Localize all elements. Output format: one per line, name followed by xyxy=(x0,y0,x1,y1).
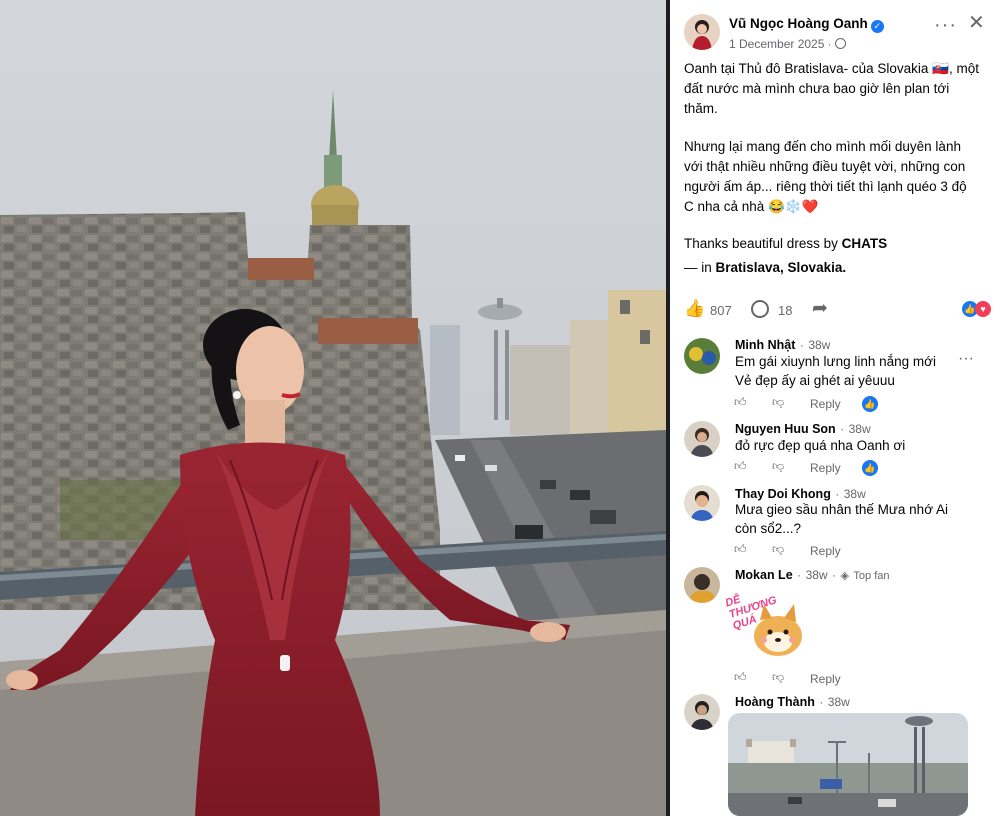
reply-button[interactable]: Reply xyxy=(810,461,841,475)
comment-line: Mưa gieo sầu nhân thế Mưa nhớ Ai xyxy=(735,502,949,517)
post-line: thăm. xyxy=(684,101,718,116)
love-reaction-icon: ♥ xyxy=(975,301,991,317)
reply-button[interactable]: Reply xyxy=(810,544,841,558)
comment-photo[interactable] xyxy=(728,713,968,816)
verified-badge-icon: ✓ xyxy=(870,20,884,33)
comment-text: Em gái xiuynh lưng linh nắng mới Vẻ đẹp … xyxy=(735,352,936,390)
thumbs-up-icon[interactable]: 👍︎ xyxy=(734,542,747,557)
post-body: Oanh tại Thủ đô Bratislava- của Slovakia… xyxy=(684,59,992,278)
author-avatar-image xyxy=(684,14,720,50)
commenter-avatar[interactable] xyxy=(684,694,720,730)
post-line: Nhưng lại mang đến cho mình mối duyên là… xyxy=(684,139,961,154)
post-meta: 1 December 2025 · xyxy=(729,37,846,51)
share-icon[interactable]: ➦ xyxy=(812,297,828,320)
like-badge-icon: 👍 xyxy=(862,396,878,412)
comment-count[interactable]: 18 xyxy=(778,303,792,318)
comment-icon[interactable] xyxy=(751,300,769,318)
comment-header: Mokan Le · 38w · ◈ Top fan xyxy=(735,566,890,584)
commenter-name[interactable]: Thay Doi Khong xyxy=(735,487,831,501)
post-line: với thật nhiều những điều tuyệt vời, nhữ… xyxy=(684,159,966,174)
comment-text: Mưa gieo sầu nhân thế Mưa nhớ Ai còn sổ2… xyxy=(735,500,948,538)
thumbs-down-icon[interactable]: 👎︎ xyxy=(772,542,784,557)
thumbs-down-icon[interactable]: 👎︎ xyxy=(772,670,784,685)
thumbs-down-icon[interactable]: 👎︎ xyxy=(772,459,784,474)
close-icon[interactable]: ✕ xyxy=(968,13,985,33)
thumbs-up-icon[interactable]: 👍︎ xyxy=(734,459,747,474)
post-thanks: Thanks beautiful dress by CHATS xyxy=(684,234,992,254)
separator-dot: · xyxy=(799,338,804,352)
commenter-avatar[interactable] xyxy=(684,485,720,521)
commenter-avatar[interactable] xyxy=(684,567,720,603)
comment-line: đỏ rực đẹp quá nha Oanh ơi xyxy=(735,438,906,453)
commenter-name[interactable]: Nguyen Huu Son xyxy=(735,422,836,436)
thumbs-down-icon[interactable]: 👎︎ xyxy=(772,395,784,410)
reaction-count[interactable]: 807 xyxy=(710,303,732,318)
separator-dot: · xyxy=(832,568,837,582)
reply-button[interactable]: Reply xyxy=(810,672,841,686)
comment-line: Em gái xiuynh lưng linh nắng mới xyxy=(735,354,936,369)
separator-dot: · xyxy=(840,422,845,436)
post-photo[interactable] xyxy=(0,0,666,816)
author-name[interactable]: Vũ Ngọc Hoàng Oanh xyxy=(729,16,868,31)
post-line: C nha cả nhà 😂❄️❤️ xyxy=(684,199,819,214)
commenter-name[interactable]: Minh Nhật xyxy=(735,338,795,352)
comment-sticker[interactable]: DỄ THƯƠNG QUÁ xyxy=(724,586,810,664)
thanks-text: Thanks beautiful dress by xyxy=(684,236,842,251)
post-location: — in Bratislava, Slovakia. xyxy=(684,258,992,278)
comment-line: còn sổ2...? xyxy=(735,521,802,536)
separator-dot: · xyxy=(797,568,802,582)
brand-link[interactable]: CHATS xyxy=(842,236,888,251)
avatar-image xyxy=(684,338,720,374)
comment-line: Vẻ đẹp ấy ai ghét ai yêuuu xyxy=(735,373,895,388)
avatar-image xyxy=(684,567,720,603)
comment-time[interactable]: 38w xyxy=(808,338,830,352)
commenter-avatar[interactable] xyxy=(684,421,720,457)
location-prefix: — in xyxy=(684,260,716,275)
post-detail-panel: Vũ Ngọc Hoàng Oanh ✓ 1 December 2025 · ··… xyxy=(670,0,1000,816)
separator-dot: · xyxy=(819,695,824,709)
location-link[interactable]: Bratislava, Slovakia. xyxy=(716,260,847,275)
avatar-image xyxy=(684,485,720,521)
post-actions-bar: 👍 807 18 ➦ 👍 ♥ xyxy=(684,297,994,321)
top-fan-icon: ◈ xyxy=(840,570,849,582)
commenter-avatar[interactable] xyxy=(684,338,720,374)
globe-icon xyxy=(834,38,846,49)
more-options-icon[interactable]: ··· xyxy=(934,15,957,35)
top-fan-badge: Top fan xyxy=(853,570,890,582)
like-badge-icon: 👍 xyxy=(862,460,878,476)
thumbs-up-icon[interactable]: 👍︎ xyxy=(734,395,747,409)
post-line: Oanh tại Thủ đô Bratislava- của Slovakia… xyxy=(684,61,979,76)
author-avatar[interactable] xyxy=(684,14,720,50)
photo-scene xyxy=(0,0,666,816)
comment-time[interactable]: 38w xyxy=(828,695,850,709)
post-line: người ấm áp... riêng thời tiết thì lạnh … xyxy=(684,179,967,194)
comment-text: đỏ rực đẹp quá nha Oanh ơi xyxy=(735,436,905,455)
reply-button[interactable]: Reply xyxy=(810,397,841,411)
like-icon[interactable]: 👍 xyxy=(684,299,705,319)
post-date[interactable]: 1 December 2025 xyxy=(729,37,824,51)
comment-header: Hoàng Thành · 38w xyxy=(735,693,850,711)
author-name-row: Vũ Ngọc Hoàng Oanh ✓ xyxy=(729,15,884,33)
avatar-image xyxy=(684,694,720,730)
comment-actions: 👍︎ xyxy=(734,395,747,410)
bratislava-photo xyxy=(728,713,968,816)
separator-dot: · xyxy=(827,39,832,51)
commenter-name[interactable]: Mokan Le xyxy=(735,568,793,582)
comment-more-icon[interactable]: ··· xyxy=(958,350,974,368)
avatar-image xyxy=(684,421,720,457)
comment-time[interactable]: 38w xyxy=(849,422,871,436)
commenter-name[interactable]: Hoàng Thành xyxy=(735,695,815,709)
post-line: đất nước mà mình chưa bao giờ lên plan t… xyxy=(684,81,950,96)
thumbs-up-icon[interactable]: 👍︎ xyxy=(734,670,747,685)
comment-time[interactable]: 38w xyxy=(806,568,828,582)
separator-dot: · xyxy=(835,487,840,501)
comment-time[interactable]: 38w xyxy=(844,487,866,501)
